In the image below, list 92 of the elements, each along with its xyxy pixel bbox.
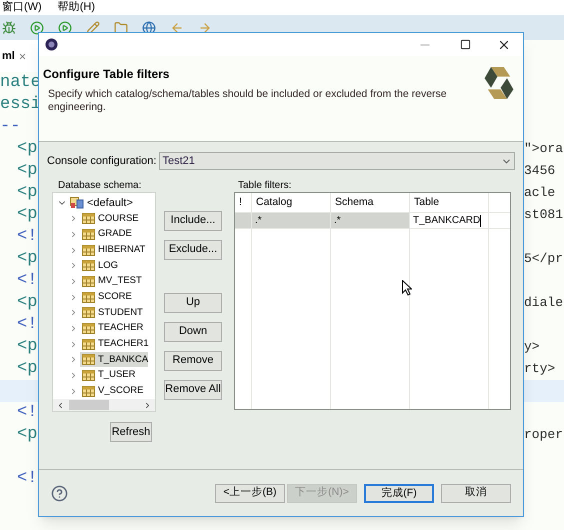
table-icon (82, 260, 95, 272)
table-cell: .* (331, 213, 410, 228)
dialog-button[interactable]: Remove (164, 350, 222, 370)
tree-item[interactable]: GRADE (80, 227, 132, 242)
column-header[interactable]: Table (410, 193, 489, 212)
group-label: Table filters: (237, 180, 292, 192)
play-icon[interactable] (58, 20, 72, 34)
dialog-button[interactable]: Include... (164, 210, 222, 230)
dialog-button[interactable]: Up (164, 292, 222, 312)
code-text: st081 (524, 206, 564, 224)
pencil-icon[interactable] (86, 20, 100, 34)
code-text: acle (524, 184, 556, 202)
code-text: <! (16, 270, 38, 292)
code-text: rty> (524, 360, 556, 378)
table-icon (82, 323, 95, 334)
mouse-cursor-icon (402, 280, 412, 296)
table-icon (82, 276, 95, 288)
dialog-button[interactable]: Exclude... (164, 240, 222, 260)
code-text: <p (16, 204, 38, 226)
code-text: <! (16, 468, 38, 490)
tree-item[interactable]: <default> (87, 194, 133, 212)
table-icon (82, 213, 95, 224)
cell-editor[interactable]: T_BANKCARD (410, 213, 489, 228)
menu-item[interactable]: 窗口(W) (2, 0, 42, 16)
wizard-button[interactable]: 取消 (441, 484, 511, 502)
console-configuration-dropdown[interactable]: Test21 (159, 152, 515, 170)
table-icon (82, 307, 95, 318)
arrow-left-icon[interactable] (170, 20, 184, 34)
tree-item[interactable]: HIBERNAT (80, 242, 146, 258)
code-text: 3456 (524, 162, 556, 180)
code-text: <p (16, 358, 38, 380)
table-icon (82, 370, 95, 382)
globe-icon[interactable] (142, 20, 156, 34)
arrow-right-icon[interactable] (198, 20, 212, 34)
code-text: <! (16, 314, 38, 336)
scroll-left-icon[interactable] (56, 400, 65, 410)
dialog-button[interactable]: Down (164, 322, 222, 342)
tree-item[interactable]: STUDENT (80, 305, 143, 320)
table-icon (82, 354, 95, 366)
table-icon (82, 229, 95, 240)
wizard-button[interactable]: 完成(F) (364, 484, 434, 502)
maximize-icon[interactable] (460, 39, 471, 50)
code-text: diale (524, 294, 564, 312)
table-row[interactable]: .* .* T_BANKCARD (235, 213, 510, 229)
column-header[interactable]: Catalog (252, 193, 331, 212)
field-label: Console configuration: (47, 154, 156, 169)
dialog-button[interactable]: Refresh (110, 422, 152, 442)
help-icon[interactable] (51, 484, 68, 502)
tree-item[interactable]: SCORE (80, 290, 132, 305)
code-text: roper (524, 426, 564, 444)
eclipse-icon (45, 38, 58, 51)
tree-item[interactable]: TEACHER (80, 321, 144, 336)
table-icon (82, 386, 95, 397)
code-text: <! (16, 402, 38, 424)
play-icon[interactable] (30, 20, 44, 34)
code-text: -- (0, 116, 20, 138)
scroll-right-icon[interactable] (143, 400, 152, 410)
code-text: essi (0, 94, 41, 116)
code-text: <p (16, 424, 38, 446)
tree-item[interactable]: COURSE (80, 211, 139, 226)
menu-item[interactable]: 帮助(H) (58, 0, 95, 16)
scrollbar-thumb[interactable] (69, 400, 109, 410)
wizard-button[interactable]: <上一步(B) (215, 484, 285, 502)
table-icon (82, 292, 95, 303)
code-text: <p (16, 248, 38, 270)
tree-item[interactable]: T_USER (80, 368, 136, 384)
code-text: ">ora (524, 140, 564, 158)
dialog-description: Specify which catalog/schema/tables should be included or excluded from the reverse engineering. (47, 88, 448, 114)
column-header[interactable]: Schema (331, 193, 410, 212)
group-label: Database schema: (57, 180, 142, 192)
tree-item[interactable]: MV_TEST (80, 274, 142, 290)
bug-icon[interactable] (2, 20, 16, 34)
table-icon (82, 338, 95, 350)
database-icon (70, 197, 84, 209)
code-text: 5</pr (524, 250, 564, 268)
editor-tab[interactable]: ml (0, 40, 38, 72)
code-text: <p (16, 292, 38, 314)
code-text: y> (524, 338, 541, 356)
tree-item[interactable]: TEACHER1 (80, 336, 149, 352)
code-text: <p (16, 138, 38, 160)
tree-item[interactable]: T_BANKCA (80, 352, 148, 368)
table-icon (82, 244, 95, 256)
code-text: <p (16, 182, 38, 204)
code-text: <p (16, 160, 38, 182)
column-header[interactable]: ! (235, 193, 252, 212)
tree-item[interactable]: V_SCORE (80, 384, 144, 399)
table-cell: .* (252, 213, 331, 228)
code-text: <p (16, 336, 38, 358)
tree-item[interactable]: LOG (80, 258, 118, 274)
dialog-heading: Configure Table filters (43, 66, 170, 83)
dialog-button[interactable]: Remove All (164, 380, 222, 400)
code-text: <! (16, 226, 38, 248)
